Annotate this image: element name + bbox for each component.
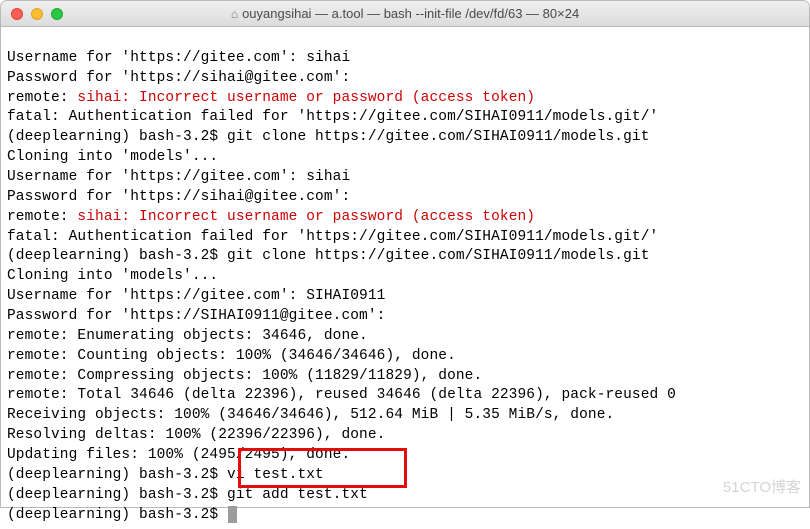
- terminal-line: Cloning into 'models'...: [7, 268, 218, 284]
- terminal-line: Username for 'https://gitee.com': SIHAI0…: [7, 288, 385, 304]
- zoom-icon[interactable]: [51, 8, 63, 20]
- terminal-line: fatal: Authentication failed for 'https:…: [7, 109, 658, 125]
- close-icon[interactable]: [11, 8, 23, 20]
- terminal-line: (deeplearning) bash-3.2$ git clone https…: [7, 129, 650, 145]
- highlighted-command: git add test.txt: [227, 487, 368, 503]
- terminal-line: remote: Enumerating objects: 34646, done…: [7, 328, 368, 344]
- terminal-line: Username for 'https://gitee.com': sihai: [7, 169, 350, 185]
- terminal-line: (deeplearning) bash-3.2$ git add test.tx…: [7, 487, 368, 503]
- window-title-text: ouyangsihai — a.tool — bash --init-file …: [242, 6, 579, 21]
- window-title: ⌂ ouyangsihai — a.tool — bash --init-fil…: [1, 6, 809, 21]
- terminal-line: Password for 'https://sihai@gitee.com':: [7, 189, 359, 205]
- home-icon: ⌂: [231, 7, 238, 21]
- terminal-line: remote: Compressing objects: 100% (11829…: [7, 368, 482, 384]
- terminal-line: remote: sihai: Incorrect username or pas…: [7, 90, 535, 106]
- window-titlebar: ⌂ ouyangsihai — a.tool — bash --init-fil…: [1, 1, 809, 27]
- terminal-line: remote: sihai: Incorrect username or pas…: [7, 209, 535, 225]
- terminal-line: (deeplearning) bash-3.2$ git clone https…: [7, 248, 650, 264]
- minimize-icon[interactable]: [31, 8, 43, 20]
- terminal-line: (deeplearning) bash-3.2$: [7, 507, 237, 523]
- error-text: sihai: Incorrect username or password (a…: [77, 209, 535, 225]
- cursor-icon: [228, 506, 237, 523]
- prompt: (deeplearning) bash-3.2$: [7, 487, 227, 503]
- traffic-lights: [11, 8, 63, 20]
- error-text: sihai: Incorrect username or password (a…: [77, 90, 535, 106]
- terminal-line: (deeplearning) bash-3.2$ vi test.txt: [7, 467, 324, 483]
- terminal-line: remote: Total 34646 (delta 22396), reuse…: [7, 387, 676, 403]
- terminal-line: Cloning into 'models'...: [7, 149, 218, 165]
- terminal-line: fatal: Authentication failed for 'https:…: [7, 229, 658, 245]
- terminal-line: Password for 'https://SIHAI0911@gitee.co…: [7, 308, 394, 324]
- terminal-line: Username for 'https://gitee.com': sihai: [7, 50, 350, 66]
- terminal-line: Password for 'https://sihai@gitee.com':: [7, 70, 359, 86]
- terminal-line: remote: Counting objects: 100% (34646/34…: [7, 348, 456, 364]
- prompt: (deeplearning) bash-3.2$: [7, 507, 227, 523]
- terminal-line: Resolving deltas: 100% (22396/22396), do…: [7, 427, 385, 443]
- terminal-line: Receiving objects: 100% (34646/34646), 5…: [7, 407, 614, 423]
- terminal-content[interactable]: Username for 'https://gitee.com': sihai …: [1, 27, 809, 529]
- terminal-line: Updating files: 100% (2495/2495), done.: [7, 447, 350, 463]
